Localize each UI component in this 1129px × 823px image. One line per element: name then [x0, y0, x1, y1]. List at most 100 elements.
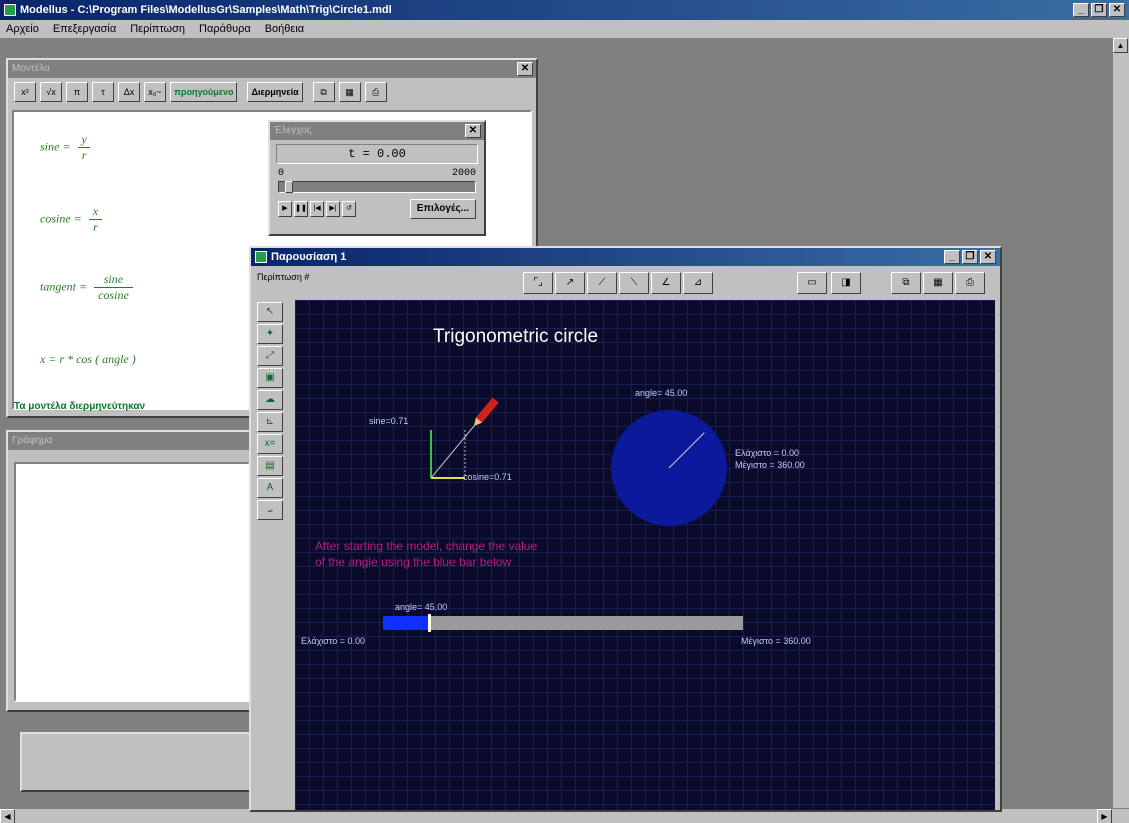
step-forward-icon[interactable]: ▶|	[326, 201, 340, 217]
pencil-icon[interactable]	[471, 397, 499, 429]
scroll-left-icon[interactable]: ◀	[0, 809, 15, 823]
presentation-title: Παρουσίαση 1	[271, 251, 347, 263]
close-button[interactable]: ✕	[1109, 3, 1125, 17]
app-title: Modellus - C:\Program Files\ModellusGr\S…	[20, 4, 392, 16]
instruction-line-1: After starting the model, change the val…	[315, 539, 538, 553]
case-label: Περίπτωση #	[257, 272, 310, 282]
control-titlebar[interactable]: Έλεγχος ✕	[270, 122, 484, 140]
pi-button[interactable]: π	[66, 82, 88, 102]
graph-titlebar[interactable]: Γράφημα	[8, 432, 256, 450]
presentation-window: Παρουσίαση 1 _ ❐ ✕ Περίπτωση # ⌜⌟ ↗ ⟋ ⟍ …	[249, 246, 1002, 812]
control-window: Έλεγχος ✕ t = 0.00 0 2000 ▶ ❚❚ |◀ ▶| ↺ Ε…	[268, 120, 486, 236]
graph-tool-icon[interactable]: ⟋	[587, 272, 617, 294]
maximize-button[interactable]: ❐	[1091, 3, 1107, 17]
pres-paste-icon[interactable]: ▦	[923, 272, 953, 294]
model-toolbar: x² √x π τ Δx x₀~ προηγούμενο Διερμηνεία …	[8, 78, 536, 106]
particle-icon[interactable]: ✦	[257, 324, 283, 344]
presentation-icon	[255, 251, 267, 263]
text-icon[interactable]: A	[257, 478, 283, 498]
radius-line	[430, 419, 480, 479]
paste-icon[interactable]: ▦	[338, 82, 361, 102]
minimize-button[interactable]: _	[1073, 3, 1089, 17]
frame-icon[interactable]: ▭	[797, 272, 827, 294]
angle-tool-icon[interactable]: ∠	[651, 272, 681, 294]
equation-sine: sine = yr	[40, 132, 91, 163]
menu-help[interactable]: Βοήθεια	[265, 23, 304, 35]
ruler-icon[interactable]: ⦟	[257, 500, 283, 520]
reset-icon[interactable]: ↺	[342, 201, 356, 217]
pie-min-label: Ελάχιστο = 0.00	[735, 448, 800, 458]
table-window	[20, 732, 260, 792]
presentation-titlebar[interactable]: Παρουσίαση 1 _ ❐ ✕	[251, 248, 1000, 266]
pointer-tool-icon[interactable]: ↖	[257, 302, 283, 322]
delta-button[interactable]: Δx	[118, 82, 140, 102]
bar-max-label: Μέγιστο = 360.00	[741, 636, 811, 646]
measure-tool-icon[interactable]: ⊿	[683, 272, 713, 294]
menu-windows[interactable]: Παράθυρα	[199, 23, 251, 35]
variable-icon[interactable]: x=	[257, 434, 283, 454]
vector-tool-icon[interactable]: ↗	[555, 272, 585, 294]
pie-max-label: Μέγιστο = 360.00	[735, 460, 805, 470]
graph-title: Γράφημα	[12, 435, 53, 446]
time-slider-thumb[interactable]	[285, 181, 293, 193]
pres-print-icon[interactable]: ⎙	[955, 272, 985, 294]
pres-minimize-button[interactable]: _	[944, 250, 960, 264]
sine-label: sine=0.71	[369, 416, 409, 426]
time-slider[interactable]	[278, 181, 476, 193]
app-icon	[4, 4, 16, 16]
graph-window: Γράφημα	[6, 430, 258, 712]
pause-icon[interactable]: ❚❚	[294, 201, 308, 217]
menu-edit[interactable]: Επεξεργασία	[53, 23, 116, 35]
instruction-line-2: of the angle using the blue bar below	[315, 555, 512, 569]
initial-value-button[interactable]: x₀~	[144, 82, 166, 102]
control-title: Έλεγχος	[274, 125, 312, 136]
tau-button[interactable]: τ	[92, 82, 114, 102]
app-titlebar: Modellus - C:\Program Files\ModellusGr\S…	[0, 0, 1129, 20]
equation-tangent: tangent = sine cosine	[40, 272, 133, 303]
menu-file[interactable]: Αρχείο	[6, 23, 39, 35]
angle-bar-thumb[interactable]	[428, 614, 431, 632]
table-icon[interactable]: ▤	[257, 456, 283, 476]
cloud-icon[interactable]: ☁	[257, 390, 283, 410]
scroll-right-icon[interactable]: ▶	[1097, 809, 1112, 823]
particle-tool-icon[interactable]: ⌜⌟	[523, 272, 553, 294]
object-toolbar: ↖ ✦ ⤢ ▣ ☁ ⊾ x= ▤ A ⦟	[257, 302, 287, 520]
scroll-up-icon[interactable]: ▲	[1113, 38, 1128, 53]
print-icon[interactable]: ⎙	[364, 82, 387, 102]
pres-copy-icon[interactable]: ⧉	[891, 272, 921, 294]
menu-bar: Αρχείο Επεξεργασία Περίπτωση Παράθυρα Βο…	[0, 20, 1129, 38]
graph-area[interactable]	[14, 462, 250, 702]
pres-close-button[interactable]: ✕	[980, 250, 996, 264]
model-window-titlebar[interactable]: Μοντέλο ✕	[8, 60, 536, 78]
instruction-text: After starting the model, change the val…	[315, 538, 635, 570]
background-icon[interactable]: ◨	[831, 272, 861, 294]
axes-icon[interactable]: ⊾	[257, 412, 283, 432]
bar-angle-label: angle= 45.00	[395, 602, 448, 612]
vector-icon[interactable]: ⤢	[257, 346, 283, 366]
model-window-title: Μοντέλο	[12, 63, 50, 74]
power-button[interactable]: x²	[14, 82, 36, 102]
menu-case[interactable]: Περίπτωση	[130, 23, 185, 35]
previous-button[interactable]: προηγούμενο	[170, 82, 238, 102]
pres-maximize-button[interactable]: ❐	[962, 250, 978, 264]
play-icon[interactable]: ▶	[278, 201, 292, 217]
image-icon[interactable]: ▣	[257, 368, 283, 388]
copy-icon[interactable]: ⧉	[312, 82, 335, 102]
slider-max-label: 2000	[451, 168, 476, 179]
options-button[interactable]: Επιλογές...	[409, 199, 476, 219]
model-close-button[interactable]: ✕	[517, 62, 533, 76]
model-status: Τα μοντέλα διερμηνεύτηκαν	[14, 401, 146, 412]
line-tool-icon[interactable]: ⟍	[619, 272, 649, 294]
equation-x: x = r * cos ( angle )	[40, 352, 136, 366]
angle-bar[interactable]	[383, 614, 743, 632]
interpret-button[interactable]: Διερμηνεία	[247, 82, 303, 102]
step-back-icon[interactable]: |◀	[310, 201, 324, 217]
presentation-canvas[interactable]: Trigonometric circle sine=0.71 cosine=0.…	[295, 300, 995, 810]
pencil-body	[475, 397, 499, 423]
angle-bar-fill	[383, 616, 428, 630]
cosine-label: cosine=0.71	[463, 472, 512, 482]
vertical-scrollbar[interactable]: ▲	[1112, 38, 1129, 808]
sqrt-button[interactable]: √x	[40, 82, 62, 102]
slider-min-label: 0	[278, 168, 285, 179]
control-close-button[interactable]: ✕	[465, 124, 481, 138]
